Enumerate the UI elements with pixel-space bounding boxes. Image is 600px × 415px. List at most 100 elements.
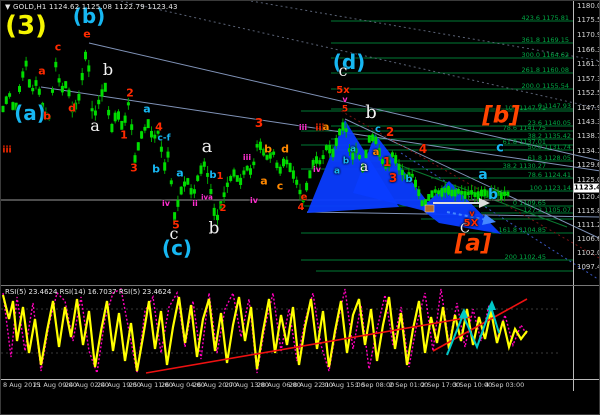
time-tick: 4 Sep 03:00: [485, 381, 525, 389]
wave-label: a: [143, 102, 151, 116]
wave-label: b: [208, 218, 220, 239]
wave-label: 1: [216, 171, 224, 182]
watermark-strip: [1270x837]https://upic.me/: [1, 391, 599, 414]
wave-label: iii: [2, 145, 12, 156]
wave-label: a: [359, 159, 369, 175]
wave-label: b: [264, 142, 272, 156]
wave-label: iii: [298, 123, 308, 132]
wave-label: c: [54, 40, 62, 54]
fib-level-label: 50.0 1131.74: [527, 143, 571, 151]
price-tick: 1152.54: [577, 89, 599, 97]
fib-level-label: 127.2 1105.07: [523, 206, 571, 214]
wave-label: e: [83, 27, 91, 41]
wave-label: 3: [254, 116, 264, 130]
fib-level-label: 78.6 1124.41: [527, 171, 571, 179]
wave-label: 2: [385, 125, 395, 139]
wave-label: a: [333, 166, 341, 177]
price-tick: 1170.94: [577, 31, 599, 39]
wave-label: b: [365, 102, 377, 123]
wave-label: c: [375, 124, 381, 135]
fib-level-label: 0 1147.93: [537, 102, 571, 110]
wave-label: d: [281, 142, 289, 156]
price-tick: 1147.94: [577, 104, 599, 112]
wave-label: a: [349, 144, 357, 155]
wave-label: a: [372, 147, 380, 158]
wave-label: b: [342, 156, 350, 167]
wave-label: 3: [388, 171, 398, 185]
time-axis-border: [1, 379, 599, 380]
chart-title: ▼ GOLD,H1 1124.62 1125.08 1122.79 1123.4…: [5, 3, 178, 11]
wave-label: b: [152, 162, 160, 176]
wave-label: a: [38, 64, 46, 78]
fib-level-label: 161.8 1104.85: [498, 226, 546, 234]
wave-label: iva: [201, 193, 213, 202]
wave-label: b: [209, 170, 217, 181]
wave-label: 4: [155, 120, 163, 134]
fib-level-label: 200.0 1155.54: [521, 82, 569, 90]
wave-label: 5: [172, 218, 180, 232]
wave-label: a: [90, 116, 100, 135]
price-tick: 1138.74: [577, 132, 599, 140]
wave-label: b: [405, 174, 413, 185]
wave-label: (a): [14, 101, 46, 125]
rsi-panel-divider[interactable]: [1, 285, 599, 286]
price-tick: 1180.04: [577, 2, 599, 10]
wave-label: a: [478, 167, 488, 183]
current-price-box: 1123.43: [574, 183, 599, 193]
price-tick: 1115.84: [577, 207, 599, 215]
wave-label: a: [260, 174, 268, 188]
price-tick: 1175.54: [577, 16, 599, 24]
price-tick: 1134.14: [577, 147, 599, 155]
wave-label: (3): [5, 11, 47, 41]
mt4-chart-window: ▼ GOLD,H1 1124.62 1125.08 1122.79 1123.4…: [0, 0, 600, 415]
wave-label: 2: [126, 86, 134, 100]
price-tick: 1143.34: [577, 118, 599, 126]
wave-label: iv: [162, 199, 170, 208]
price-tick: 1166.34: [577, 46, 599, 54]
wave-label: b: [487, 187, 499, 203]
wave-label: b: [43, 109, 51, 123]
fib-level-label: 423.6 1175.81: [521, 14, 569, 22]
wave-label: 4: [418, 142, 428, 156]
fib-level-label: 261.8 1160.08: [521, 66, 569, 74]
wave-label: iv: [250, 196, 258, 205]
price-tick: 1106.64: [577, 235, 599, 243]
wave-label: v: [469, 209, 475, 218]
fib-level-label: 300.0 1164.62: [521, 51, 569, 59]
wave-label: d: [68, 101, 76, 115]
price-tick: 1157.34: [577, 75, 599, 83]
wave-label: c-f: [157, 133, 171, 144]
fib-level-label: 38.2 1130.27: [502, 162, 546, 170]
wave-label: a: [322, 122, 330, 133]
fib-level-label: 361.8 1169.15: [521, 36, 569, 44]
wave-label: a: [201, 136, 213, 157]
wave-label: 2: [219, 203, 227, 214]
price-tick: 1097.44: [577, 263, 599, 271]
wave-label: c: [276, 179, 284, 193]
wave-label: a: [176, 166, 184, 180]
wave-label: b: [102, 60, 114, 79]
fib-level-label: 61.8 1128.05: [527, 154, 571, 162]
price-tick: 1111.24: [577, 221, 599, 229]
wave-label: 3: [130, 161, 138, 175]
wave-label: 5X: [463, 218, 479, 229]
price-tick: 1161.74: [577, 60, 599, 68]
price-tick: 1120.44: [577, 193, 599, 201]
wave-label: 5: [341, 104, 349, 115]
wave-label: [b]: [482, 102, 520, 129]
wave-label: c: [338, 61, 348, 80]
wave-label: 4: [297, 202, 305, 213]
rsi-indicator-label: RSI(5) 23.4624 RSI(14) 16.7037 RSI(5) 23…: [5, 288, 172, 296]
fib-level-label: 100 1123.14: [529, 184, 571, 192]
fib-level-label: 200 1102.45: [504, 253, 546, 261]
wave-label: c: [496, 140, 504, 156]
price-tick: 1129.64: [577, 161, 599, 169]
wave-label: iv: [313, 165, 321, 174]
wave-label: 1: [120, 128, 128, 142]
wave-label: ii: [192, 199, 198, 208]
price-tick: 1102.04: [577, 249, 599, 257]
wave-label: v: [342, 95, 348, 104]
price-axis-border: [573, 1, 574, 391]
wave-label: 1: [382, 155, 392, 169]
wave-label: iii: [242, 153, 252, 162]
